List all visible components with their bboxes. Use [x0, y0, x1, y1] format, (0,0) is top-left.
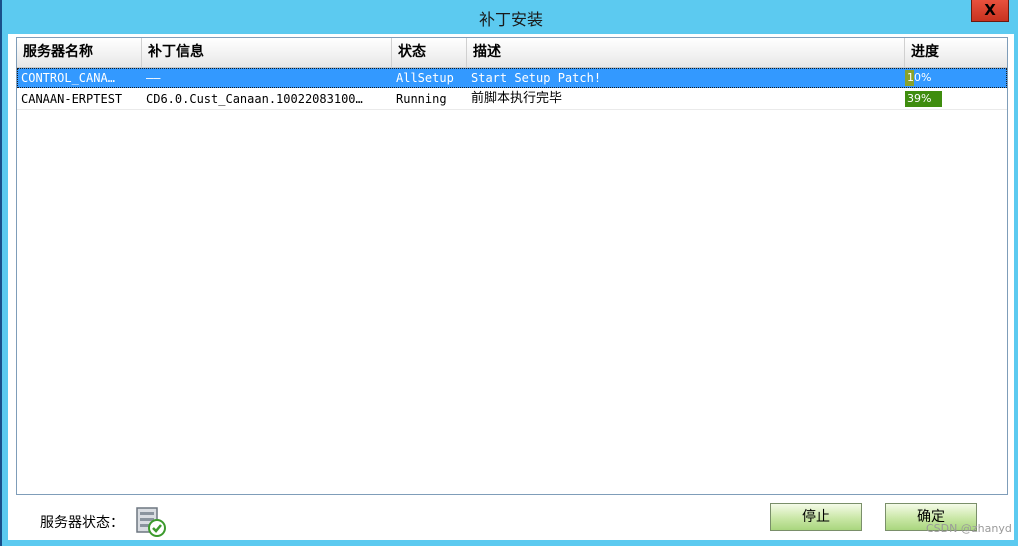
cell-server-name: CONTROL_CANA…: [21, 71, 115, 85]
column-header-description[interactable]: 描述: [467, 38, 905, 67]
window-title: 补丁安装: [478, 10, 543, 29]
cell-description: Start Setup Patch!: [471, 71, 602, 85]
cell-patch-info: ——: [146, 71, 161, 85]
patch-grid[interactable]: 服务器名称 补丁信息 状态 描述 进度 CONTROL_CANA… —— All…: [16, 37, 1008, 495]
cell-patch-info: CD6.0.Cust_Canaan.10022083100…: [146, 92, 363, 106]
column-header-progress[interactable]: 进度: [905, 38, 1007, 67]
table-row[interactable]: CONTROL_CANA… —— AllSetup Start Setup Pa…: [17, 68, 1007, 88]
close-button[interactable]: X: [971, 0, 1009, 22]
column-header-status[interactable]: 状态: [392, 38, 467, 67]
column-header-patch-info[interactable]: 补丁信息: [142, 38, 392, 67]
progress-bar: 10%: [905, 70, 999, 86]
table-row[interactable]: CANAAN-ERPTEST CD6.0.Cust_Canaan.1002208…: [17, 89, 1007, 110]
grid-header: 服务器名称 补丁信息 状态 描述 进度: [17, 38, 1007, 68]
patch-install-window: 补丁安装 X 服务器名称 补丁信息 状态 描述 进度 CONTROL_CANA……: [0, 0, 1018, 546]
cell-description: 前脚本执行完毕: [471, 91, 563, 106]
column-header-server-name[interactable]: 服务器名称: [17, 38, 142, 67]
cell-status: Running: [396, 92, 447, 106]
server-status-icon[interactable]: [134, 504, 168, 538]
stop-button[interactable]: 停止: [770, 503, 862, 531]
watermark-text: CSDN @zhanyd: [926, 522, 1012, 535]
progress-text: 10%: [907, 71, 932, 84]
progress-bar: 39%: [905, 91, 999, 107]
dialog-body: 服务器名称 补丁信息 状态 描述 进度 CONTROL_CANA… —— All…: [8, 34, 1014, 540]
cell-status: AllSetup: [396, 71, 454, 85]
cell-server-name: CANAAN-ERPTEST: [21, 92, 123, 106]
server-status-label: 服务器状态：: [40, 515, 124, 531]
progress-text: 39%: [907, 92, 932, 105]
title-bar[interactable]: 补丁安装 X: [2, 0, 1018, 34]
